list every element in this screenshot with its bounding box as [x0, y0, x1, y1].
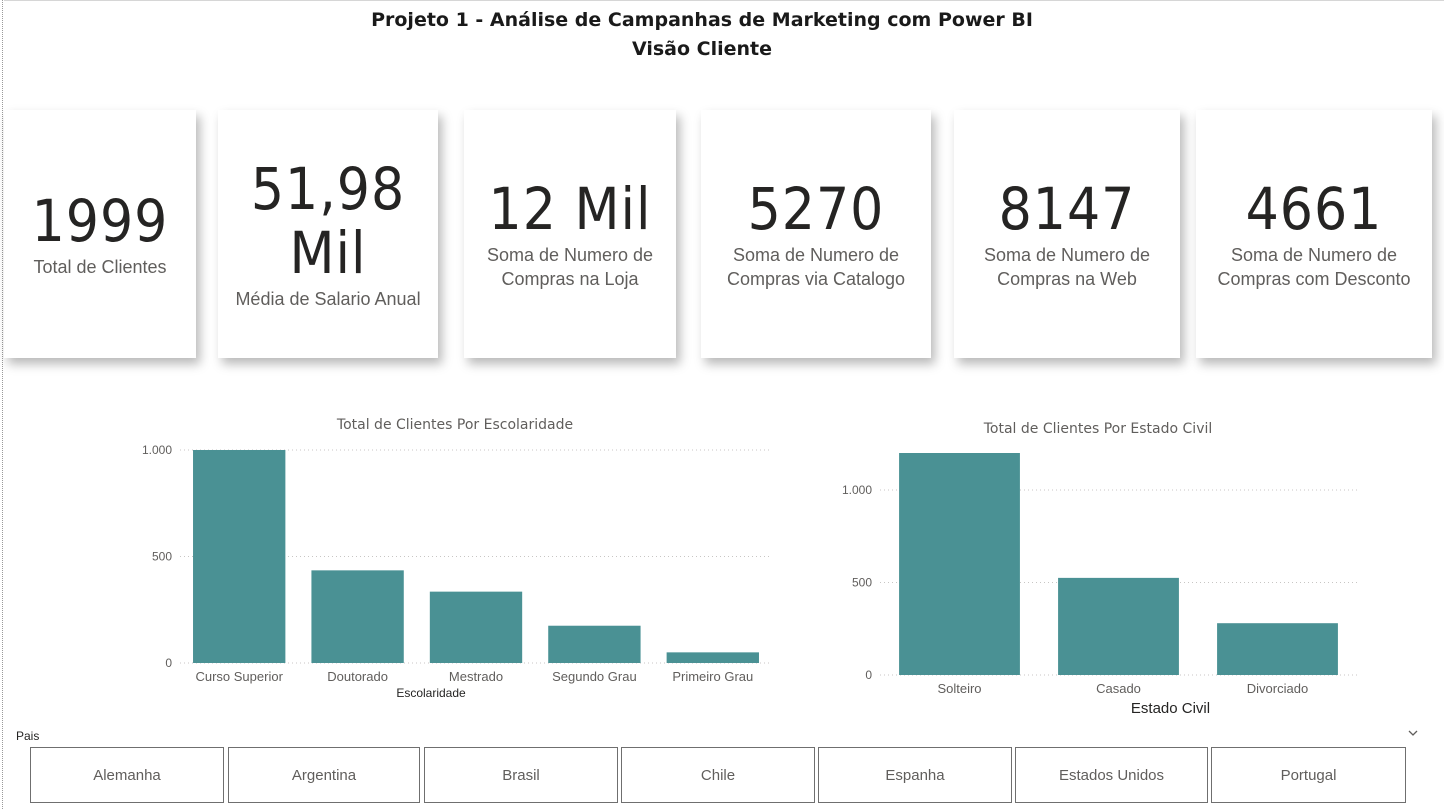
- report-title-line2: Visão Cliente: [631, 38, 773, 60]
- report-title-line1: Projeto 1 - Análise de Campanhas de Mark…: [371, 9, 1033, 31]
- top-divider: [4, 0, 1444, 1]
- kpi-card-total-clientes[interactable]: 1999 Total de Clientes: [4, 110, 196, 358]
- y-tick-label: 0: [165, 656, 172, 670]
- kpi-label: Soma de Numero de Compras via Catalogo: [726, 245, 906, 289]
- kpi-label: Total de Clientes: [33, 257, 167, 277]
- chart-escolaridade-title: Total de Clientes Por Escolaridade: [336, 417, 574, 433]
- kpi-card-compras-web[interactable]: 8147 Soma de Numero de Compras na Web: [954, 110, 1180, 358]
- kpi-card-compras-catalogo[interactable]: 5270 Soma de Numero de Compras via Catal…: [701, 110, 931, 358]
- kpi-card-compras-loja[interactable]: 12 Mil Soma de Numero de Compras na Loja: [464, 110, 676, 358]
- kpi-value: 12 Mil: [488, 175, 652, 243]
- bar: [548, 625, 641, 663]
- y-tick-label: 0: [865, 668, 872, 682]
- chart-escolaridade-svg: 0 500 1.000 Curso Superior Doutorado Mestrado…: [142, 443, 772, 700]
- x-tick-label: Curso Superior: [195, 669, 283, 684]
- y-tick-label: 1.000: [842, 483, 872, 497]
- slicer-option-estados-unidos[interactable]: Estados Unidos: [1015, 747, 1208, 803]
- slicer-pais-label: Pais: [16, 729, 40, 743]
- kpi-label: Média de Salario Anual: [235, 289, 421, 309]
- chevron-down-icon[interactable]: [1406, 726, 1420, 740]
- x-tick-label: Solteiro: [937, 681, 981, 696]
- y-tick-label: 1.000: [142, 443, 172, 457]
- x-tick-label: Primeiro Grau: [672, 669, 753, 684]
- x-axis-title: Escolaridade: [396, 686, 466, 700]
- slicer-option-espanha[interactable]: Espanha: [818, 747, 1012, 803]
- slicer-option-portugal[interactable]: Portugal: [1211, 747, 1406, 803]
- x-tick-label: Segundo Grau: [552, 669, 637, 684]
- slicer-option-brasil[interactable]: Brasil: [424, 747, 618, 803]
- y-tick-label: 500: [852, 576, 872, 590]
- kpi-label: Soma de Numero de Compras na Loja: [486, 245, 654, 289]
- bar: [193, 450, 286, 663]
- x-axis-title: Estado Civil: [1131, 700, 1210, 717]
- kpi-value: 1999: [31, 187, 169, 255]
- kpi-card-compras-desconto[interactable]: 4661 Soma de Numero de Compras com Desco…: [1196, 110, 1432, 358]
- kpi-label: Soma de Numero de Compras na Web: [983, 245, 1151, 289]
- bar: [1217, 623, 1338, 675]
- bar: [899, 453, 1020, 675]
- slicer-option-argentina[interactable]: Argentina: [228, 747, 420, 803]
- y-tick-label: 500: [152, 550, 172, 564]
- kpi-value: 4661: [1245, 175, 1383, 243]
- chart-estado-civil-title: Total de Clientes Por Estado Civil: [983, 421, 1213, 437]
- kpi-value: 8147: [998, 175, 1136, 243]
- report-title: Projeto 1 - Análise de Campanhas de Mark…: [0, 6, 1404, 64]
- slicer-option-alemanha[interactable]: Alemanha: [30, 747, 224, 803]
- x-tick-label: Divorciado: [1247, 681, 1308, 696]
- x-tick-label: Doutorado: [327, 669, 388, 684]
- x-tick-label: Casado: [1096, 681, 1141, 696]
- kpi-value: 51,98 Mil: [250, 155, 406, 287]
- bar: [666, 652, 759, 663]
- slicer-option-chile[interactable]: Chile: [621, 747, 815, 803]
- bar: [311, 570, 404, 663]
- bar: [1058, 577, 1179, 675]
- chart-estado-civil-svg: 0 500 1.000 Solteiro Casado Divorciado Estado …: [842, 453, 1357, 717]
- page-border: [2, 0, 3, 809]
- kpi-label: Soma de Numero de Compras com Desconto: [1217, 245, 1411, 289]
- x-tick-label: Mestrado: [449, 669, 503, 684]
- bar: [429, 591, 523, 663]
- kpi-value: 5270: [747, 175, 885, 243]
- kpi-card-media-salario[interactable]: 51,98 Mil Média de Salario Anual: [218, 110, 438, 358]
